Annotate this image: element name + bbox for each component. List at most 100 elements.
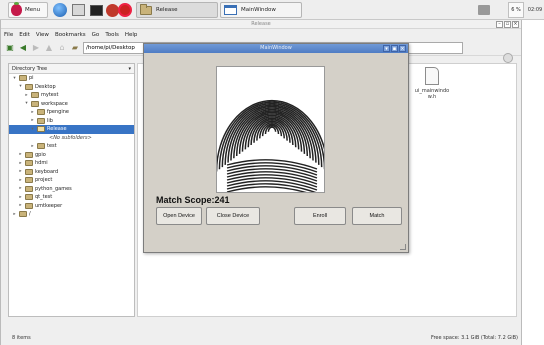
folder-icon [31,100,39,107]
folder-icon [25,185,33,192]
tree-item[interactable]: ▸ gpio [9,151,134,160]
raspberry-pi-icon [11,2,22,16]
tree-item[interactable]: <No subfolders> [9,134,134,143]
close-button[interactable]: × [512,21,519,28]
tree-item-label: umtkeeper [35,202,63,209]
menu-bookmarks[interactable]: Bookmarks [55,32,86,38]
task-mainwindow[interactable]: MainWindow [220,2,302,18]
mainwindow-dialog: MainWindow ▾ ▪ × Match Scope:241 Open De… [143,43,409,253]
tree-item[interactable]: ▸ fpengine [9,108,134,117]
close-device-button[interactable]: Close Device [206,207,260,225]
up-icon[interactable]: ▲ [44,43,54,53]
go-icon[interactable] [503,53,513,63]
folder-icon [19,211,27,218]
tree-item[interactable]: ▸ qt_test [9,193,134,202]
collapse-arrow-icon[interactable]: ▸ [12,212,17,217]
directory-tree: Directory Tree ▾ ▾ pi ▾ Desktop ▸ mytest ▾ work… [8,63,135,317]
menu-label: Menu [25,7,41,13]
home-icon[interactable]: ⌂ [57,43,67,53]
dialog-minimize-button[interactable]: ▾ [383,45,390,52]
menu-tools[interactable]: Tools [105,32,119,38]
eject-tray[interactable] [477,2,491,18]
tree-item[interactable]: ▾ Desktop [9,83,134,92]
tree-item[interactable]: ▸ lib [9,117,134,126]
expand-arrow-icon[interactable]: ▾ [24,101,29,106]
tree-item[interactable]: ▸ test [9,142,134,151]
tree-item[interactable]: ▸ umtkeeper [9,202,134,211]
collapse-arrow-icon[interactable]: ▸ [30,118,35,123]
task-release[interactable]: Release [136,2,218,18]
collapse-arrow-icon[interactable]: ▸ [18,169,23,174]
wolfram-launcher[interactable] [116,2,134,18]
status-item-count: 8 items [12,335,31,341]
tree-item-label: qt_test [35,194,53,201]
file-manager-titlebar[interactable]: Release – ▫ × [1,20,521,29]
browser-launcher[interactable] [52,2,68,18]
folder-icon [37,109,45,116]
match-button[interactable]: Match [352,207,402,225]
new-tab-icon[interactable]: ▣ [5,43,15,53]
sidebar-header: Directory Tree [12,65,48,72]
collapse-arrow-icon[interactable]: ▸ [18,152,23,157]
dialog-maximize-button[interactable]: ▪ [391,45,398,52]
clock[interactable]: 02:09 [526,2,544,18]
expand-arrow-icon[interactable]: ▾ [12,76,17,81]
folder-icon [25,160,33,167]
enroll-button[interactable]: Enroll [294,207,346,225]
cpu-monitor[interactable]: 6 % [508,2,524,18]
status-free-space: Free space: 3.1 GiB (Total: 7.2 GiB) [430,335,518,341]
folder-icon [19,75,27,82]
collapse-arrow-icon[interactable]: ▸ [18,203,23,208]
folder-icon [25,177,33,184]
folder-icon: ▰ [71,43,79,52]
collapse-arrow-icon[interactable]: ▸ [18,195,23,200]
collapse-arrow-icon[interactable]: ▸ [24,93,29,98]
expand-arrow-icon[interactable]: ▾ [18,84,23,89]
tree-item[interactable]: ▾ Release [9,125,134,134]
tree-item[interactable]: ▾ workspace [9,100,134,109]
dialog-titlebar[interactable]: MainWindow ▾ ▪ × [144,44,408,53]
menu-file[interactable]: File [4,32,13,38]
collapse-arrow-icon[interactable]: ▸ [18,161,23,166]
tree-item[interactable]: ▸ mytest [9,91,134,100]
forward-icon[interactable]: ▶ [31,43,41,53]
minimize-button[interactable]: – [496,21,503,28]
collapse-arrow-icon[interactable]: ▸ [18,178,23,183]
menu-view[interactable]: View [36,32,49,38]
expand-arrow-icon[interactable]: ▾ [30,127,35,132]
tree-item[interactable]: ▸ project [9,176,134,185]
menu-go[interactable]: Go [92,32,100,38]
sidebar-mode-select[interactable]: Directory Tree ▾ [9,64,134,74]
clock-text: 02:09 [527,7,543,13]
back-icon[interactable]: ◀ [18,43,28,53]
document-icon [425,67,439,85]
folder-icon [140,3,152,15]
tree-item-label: python_games [35,185,72,192]
resize-grip-icon[interactable] [400,244,406,250]
file-name: ui_mainwindo w.h [414,88,450,100]
window-title: Release [251,21,271,27]
file-manager-launcher[interactable] [70,2,86,18]
terminal-launcher[interactable] [88,2,104,18]
dialog-close-button[interactable]: × [399,45,406,52]
tree-item-label: keyboard [35,168,59,175]
tree-item[interactable]: ▸ / [9,210,134,219]
fingerprint-image [216,66,325,193]
menu-button[interactable]: Menu [8,2,48,18]
collapse-arrow-icon[interactable]: ▸ [30,110,35,115]
tree-item[interactable]: ▸ keyboard [9,168,134,177]
collapse-arrow-icon[interactable]: ▸ [18,186,23,191]
collapse-arrow-icon[interactable]: ▸ [30,144,35,149]
tree-item-label: fpengine [47,109,69,116]
tree-item[interactable]: ▸ hdmi [9,159,134,168]
tree-item-label: mytest [41,92,59,99]
open-device-button[interactable]: Open Device [156,207,202,225]
file-item[interactable]: ui_mainwindo w.h [414,67,450,100]
folder-icon [25,151,33,158]
menu-edit[interactable]: Edit [19,32,30,38]
menubar: File Edit View Bookmarks Go Tools Help [1,29,521,40]
tree-item[interactable]: ▾ pi [9,74,134,83]
maximize-button[interactable]: ▫ [504,21,511,28]
tree-item[interactable]: ▸ python_games [9,185,134,194]
menu-help[interactable]: Help [125,32,138,38]
